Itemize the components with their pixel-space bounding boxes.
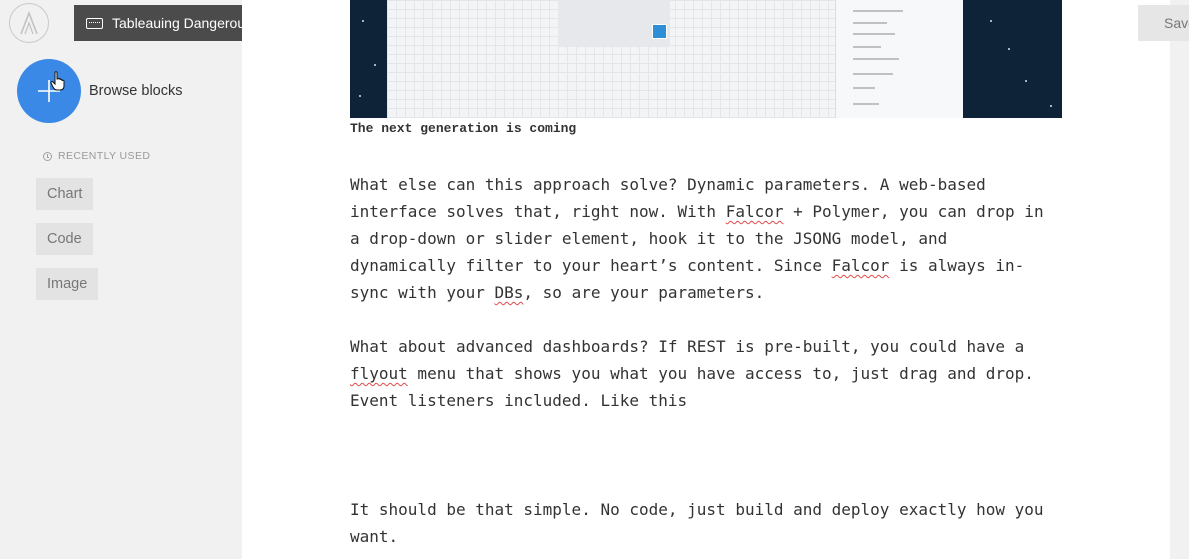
story-title: Tableauing Dangerously <box>112 15 263 31</box>
story-canvas[interactable]: The next generation is coming What else … <box>242 0 1170 559</box>
hand-cursor-icon <box>50 71 66 96</box>
recent-block-chart[interactable]: Chart <box>36 178 94 210</box>
recently-used-heading: RECENTLY USED <box>43 150 150 162</box>
keyboard-icon <box>86 17 103 29</box>
browse-blocks-button[interactable] <box>17 59 81 123</box>
sidebar: Tableauing Dangerously Browse blocks REC… <box>0 0 284 559</box>
save-label: Save <box>1164 15 1189 31</box>
paragraph-3[interactable]: It should be that simple. No code, just … <box>350 496 1062 550</box>
paragraph-2[interactable]: What about advanced dashboards? If REST … <box>350 333 1062 414</box>
image-selection-marker <box>652 24 667 39</box>
clock-icon <box>43 151 52 161</box>
spellcheck-word: flyout <box>350 364 408 383</box>
spellcheck-word: DBs <box>494 283 524 302</box>
paragraph-2-text: menu that shows you what you have access… <box>350 364 1034 410</box>
image-caption: The next generation is coming <box>350 121 577 136</box>
recent-block-code[interactable]: Code <box>36 223 93 255</box>
recent-block-image[interactable]: Image <box>36 268 99 300</box>
image-menu-panel <box>835 0 963 118</box>
spellcheck-word: Falcor <box>831 256 890 275</box>
recently-used-label: RECENTLY USED <box>58 150 151 162</box>
paragraph-2-text: What about advanced dashboards? If REST … <box>350 337 1025 356</box>
save-button[interactable]: Save <box>1138 5 1189 41</box>
logo-icon[interactable] <box>9 3 49 43</box>
embedded-image[interactable] <box>350 0 1062 118</box>
spellcheck-word: Falcor <box>725 202 784 221</box>
paragraph-1[interactable]: What else can this approach solve? Dynam… <box>350 171 1062 306</box>
paragraph-1-text: , so are your parameters. <box>523 283 765 302</box>
browse-blocks-label[interactable]: Browse blocks <box>89 83 182 99</box>
